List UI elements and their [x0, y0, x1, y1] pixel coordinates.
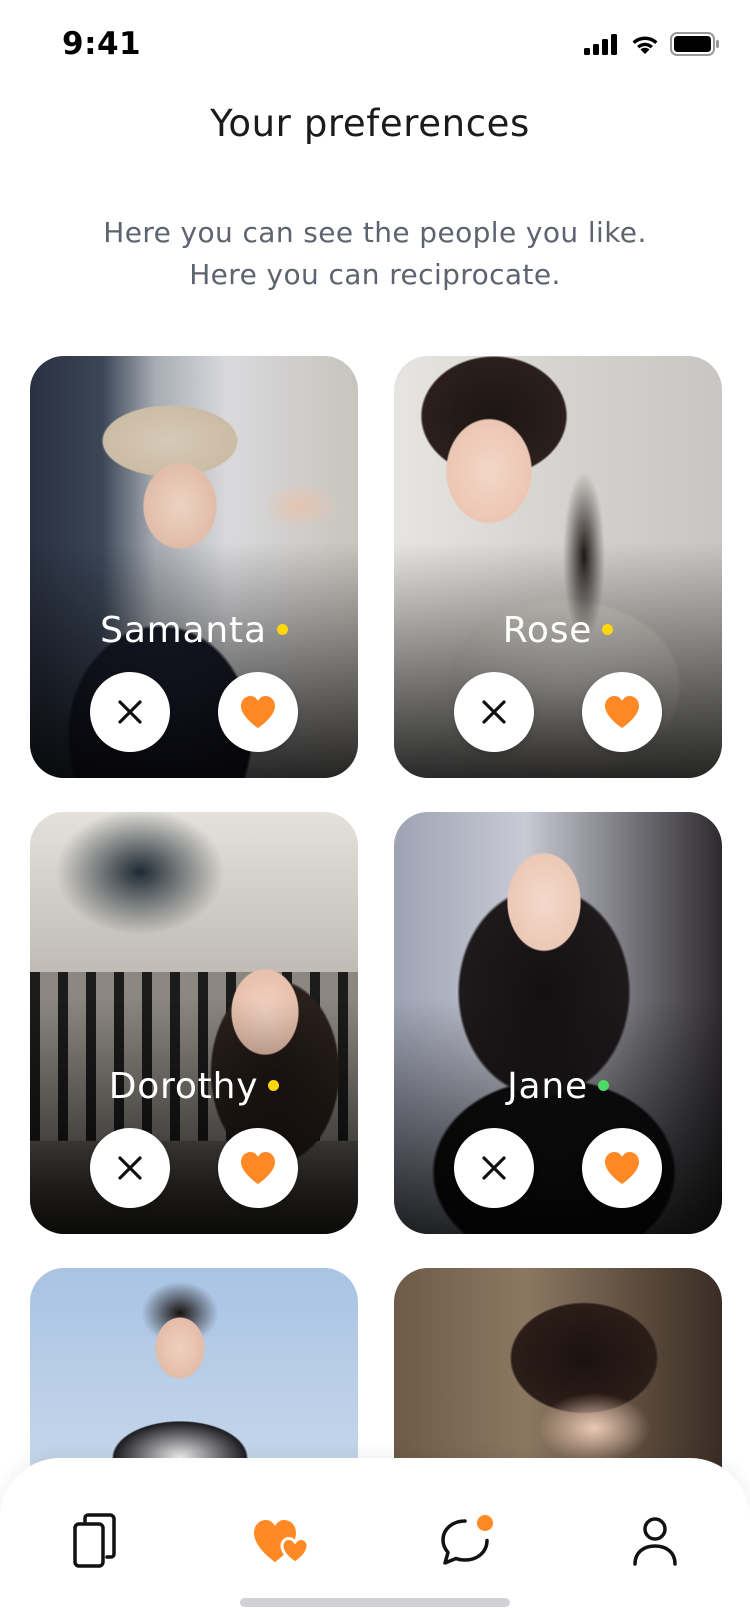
profile-name: Rose [502, 610, 593, 651]
like-button[interactable] [582, 672, 662, 752]
heart-icon [605, 696, 639, 728]
profile-name: Samanta [100, 610, 267, 651]
status-dot [602, 623, 614, 635]
like-button[interactable] [218, 672, 298, 752]
close-icon [482, 700, 506, 724]
status-dot [268, 1079, 280, 1091]
card-actions [394, 672, 722, 752]
profile-name: Dorothy [108, 1066, 259, 1107]
profile-name: Jane [507, 1066, 588, 1107]
status-time: 9:41 [62, 26, 142, 62]
nav-likes[interactable] [247, 1506, 317, 1576]
like-button[interactable] [582, 1128, 662, 1208]
unread-badge [477, 1515, 493, 1531]
status-dot [276, 623, 288, 635]
profile-name-row: Rose [394, 610, 722, 651]
profile-card-samanta[interactable]: Samanta [30, 356, 358, 778]
profile-name-row: Samanta [30, 610, 358, 651]
card-actions [30, 672, 358, 752]
heart-icon [241, 1152, 275, 1184]
subtitle-line: Here you can reciprocate. [189, 258, 561, 291]
close-icon [482, 1156, 506, 1180]
profile-card-dorothy[interactable]: Dorothy [30, 812, 358, 1234]
nav-chat[interactable] [433, 1506, 503, 1576]
status-icons [584, 32, 720, 56]
heart-icon [241, 696, 275, 728]
dislike-button[interactable] [90, 1128, 170, 1208]
subtitle-line: Here you can see the people you like. [103, 216, 647, 249]
hearts-icon [254, 1520, 310, 1565]
like-button[interactable] [218, 1128, 298, 1208]
heart-icon [605, 1152, 639, 1184]
profile-card-rose[interactable]: Rose [394, 356, 722, 778]
dislike-button[interactable] [454, 1128, 534, 1208]
status-bar: 9:41 [0, 0, 750, 92]
profile-icon [633, 1517, 677, 1566]
dislike-button[interactable] [90, 672, 170, 752]
battery-icon [670, 32, 719, 56]
profile-name-row: Jane [394, 1066, 722, 1107]
page-title: Your preferences [210, 102, 530, 145]
dislike-button[interactable] [454, 672, 534, 752]
card-actions [30, 1128, 358, 1208]
nav-profile[interactable] [620, 1506, 690, 1576]
cellular-signal-icon [584, 34, 617, 55]
page-subtitle: Here you can see the people you like. He… [0, 212, 750, 296]
card-actions [394, 1128, 722, 1208]
profile-card-jane[interactable]: Jane [394, 812, 722, 1234]
preferences-screen: 9:41 Your preferences Here you can see t… [0, 0, 750, 1624]
status-dot [597, 1079, 609, 1091]
profile-name-row: Dorothy [30, 1066, 358, 1107]
close-icon [118, 1156, 142, 1180]
close-icon [118, 700, 142, 724]
chat-icon [441, 1515, 493, 1565]
home-indicator [240, 1598, 510, 1607]
cards-icon [73, 1513, 116, 1568]
nav-cards[interactable] [60, 1506, 130, 1576]
wifi-icon [632, 36, 658, 54]
